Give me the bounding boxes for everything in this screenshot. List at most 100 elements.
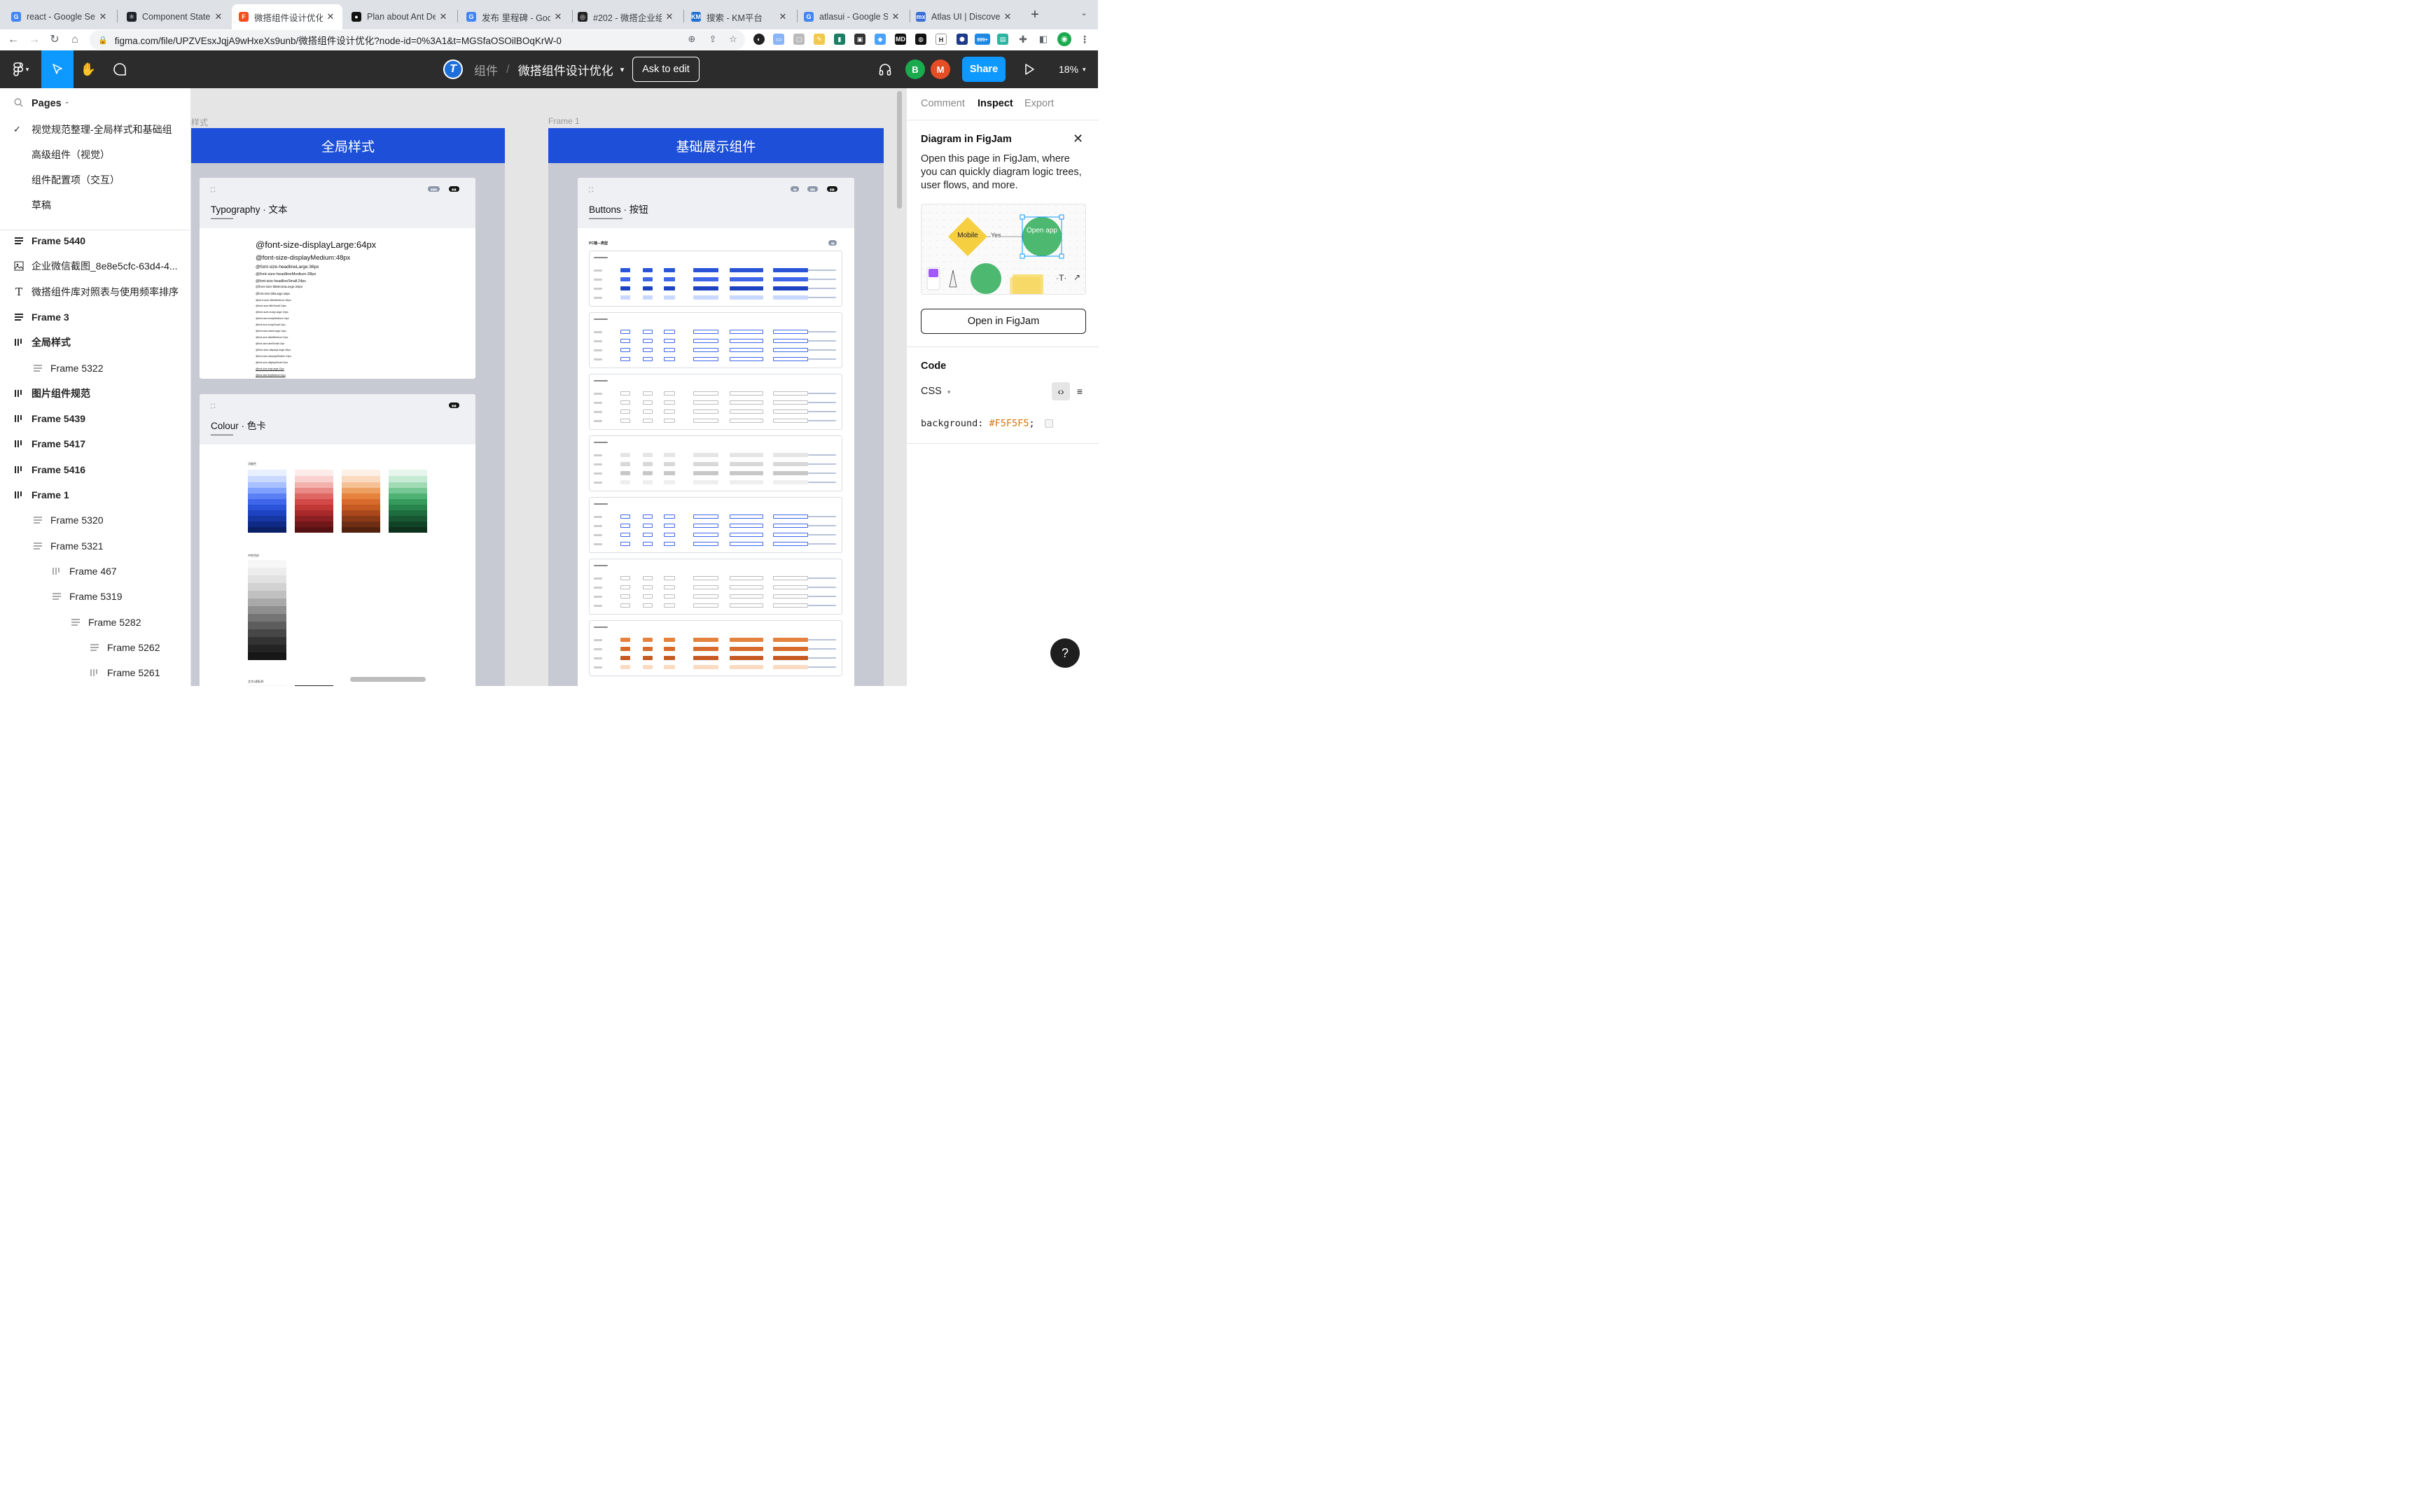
file-name[interactable]: 微搭组件设计优化	[518, 61, 613, 78]
url-text[interactable]: figma.com/file/UPZVEsxJqjA9wHxeXs9unb/微搭…	[115, 33, 745, 47]
headphones-icon[interactable]	[875, 59, 895, 80]
tab-export[interactable]: Export	[1024, 98, 1054, 109]
home-icon[interactable]: ⌂	[67, 32, 83, 48]
layer-item[interactable]: Frame 1	[0, 482, 190, 507]
button-variant-section[interactable]	[589, 312, 842, 368]
avatar[interactable]: B	[905, 59, 925, 79]
extension-icon[interactable]: ◆	[875, 34, 886, 45]
reload-icon[interactable]: ↻	[47, 32, 62, 48]
close-icon[interactable]: ✕	[778, 11, 788, 22]
typography-card[interactable]: ⛶ ▮▮▮▮ ▮▮▮ Typography · 文本 ▬▬▬▬▬▬▬▬ @fon…	[200, 178, 475, 379]
browser-tab[interactable]: KM 搜索 - KM平台 ✕	[684, 4, 795, 29]
layer-item[interactable]: Frame 5417	[0, 431, 190, 456]
close-icon[interactable]: ✕	[214, 11, 223, 22]
team-logo-icon[interactable]: T	[443, 59, 463, 79]
canvas-horizontal-scrollbar[interactable]	[350, 677, 426, 682]
page-item[interactable]: 高级组件（视觉）	[0, 142, 190, 167]
close-icon[interactable]: ✕	[98, 11, 108, 22]
close-icon[interactable]: ✕	[891, 11, 900, 22]
layer-item[interactable]: Frame 5262	[0, 635, 190, 660]
browser-tab[interactable]: ⚛ Component State – ✕	[120, 4, 230, 29]
present-play-icon[interactable]	[1020, 59, 1039, 80]
extension-icon[interactable]: ▭	[773, 34, 784, 45]
close-icon[interactable]: ✕	[665, 11, 674, 22]
figma-main-menu-icon[interactable]: ▾	[8, 59, 34, 80]
layer-item[interactable]: Frame 5320	[0, 507, 190, 533]
code-language-select[interactable]: CSS ▾	[921, 386, 950, 397]
browser-tab[interactable]: ● Plan about Ant Desi✕	[345, 4, 455, 29]
layer-item[interactable]: Frame 5322	[0, 356, 190, 381]
tab-comment[interactable]: Comment	[921, 98, 965, 109]
close-icon[interactable]: ✕	[553, 11, 563, 22]
back-icon[interactable]: ←	[6, 32, 21, 48]
button-variant-section[interactable]	[589, 559, 842, 615]
browser-tab[interactable]: ◎ #202 - 微搭企业组件✕	[571, 4, 681, 29]
search-icon[interactable]	[14, 98, 23, 109]
layer-item[interactable]: Frame 5321	[0, 533, 190, 559]
extension-icon[interactable]: MD	[895, 34, 906, 45]
layer-item[interactable]: Frame 5440	[0, 228, 190, 253]
zoom-lens-icon[interactable]: ⊕	[686, 34, 697, 45]
browser-tab[interactable]: Gatlasui - Google Sea✕	[797, 4, 908, 29]
list-view-icon[interactable]: ≡	[1071, 382, 1089, 400]
layer-item[interactable]: Frame 3	[0, 304, 190, 330]
button-variant-section[interactable]	[589, 497, 842, 553]
layer-item[interactable]: 企业微信截图_8e8e5cfc-63d4-4...	[0, 253, 190, 279]
canvas-vertical-scrollbar[interactable]	[897, 91, 902, 209]
close-icon[interactable]: ✕	[1003, 11, 1013, 22]
extension-icon[interactable]: ⬢	[957, 34, 968, 45]
profile-avatar[interactable]: ◉	[1057, 32, 1071, 46]
help-button[interactable]: ?	[1050, 638, 1080, 668]
browser-tab[interactable]: Greact - Google Sear✕	[4, 4, 115, 29]
ask-to-edit-button[interactable]: Ask to edit	[632, 57, 700, 82]
zoom-level[interactable]: 18% ▾	[1059, 50, 1086, 88]
layer-item[interactable]: Frame 5319	[0, 584, 190, 609]
page-item[interactable]: 组件配置项（交互）	[0, 167, 190, 192]
extension-icon[interactable]: ◐	[753, 34, 765, 45]
close-icon[interactable]: ✕	[326, 11, 335, 22]
layer-item[interactable]: T 微搭组件库对照表与使用频率排序	[0, 279, 190, 304]
css-code-line[interactable]: background: #F5F5F5;	[921, 418, 1053, 429]
extension-badge-icon[interactable]: 999+	[975, 34, 990, 45]
extension-icon[interactable]: ✎	[814, 34, 825, 45]
layer-item[interactable]: 全局样式	[0, 330, 190, 355]
tab-search-icon[interactable]: ⌄	[1077, 8, 1091, 22]
button-variant-section[interactable]	[589, 251, 842, 307]
code-view-icon[interactable]: ‹›	[1052, 382, 1070, 400]
tab-inspect[interactable]: Inspect	[978, 98, 1013, 109]
button-variant-section[interactable]	[589, 620, 842, 676]
puzzle-extensions-icon[interactable]: ✚	[1017, 34, 1029, 45]
layer-item[interactable]: 图片组件规范	[0, 381, 190, 406]
chevron-down-icon[interactable]: ▾	[620, 65, 625, 74]
frame-label[interactable]: 样式	[191, 116, 208, 128]
url-omnibox[interactable]: 🔒 figma.com/file/UPZVEsxJqjA9wHxeXs9unb/…	[90, 30, 745, 50]
colour-card[interactable]: ⛶ ▮▮▮ Colour · 色卡 ▬▬▬▬▬▬▬▬ 功能色 中性色阶 文字&图…	[200, 394, 475, 686]
browser-menu-icon[interactable]: ⋮	[1079, 34, 1090, 45]
open-in-figjam-button[interactable]: Open in FigJam	[921, 309, 1086, 334]
browser-tab[interactable]: G 发布 里程碑 - Googl✕	[459, 4, 570, 29]
avatar[interactable]: M	[931, 59, 950, 79]
close-icon[interactable]: ✕	[438, 11, 448, 22]
extension-icon[interactable]: ▤	[997, 34, 1008, 45]
share-button[interactable]: Share	[962, 57, 1006, 82]
frame-label[interactable]: Frame 1	[548, 116, 580, 126]
side-panel-icon[interactable]: ◧	[1038, 34, 1049, 45]
extension-icon[interactable]: ▣	[854, 34, 865, 45]
project-name[interactable]: 组件	[474, 61, 498, 78]
extension-icon[interactable]: ◍	[915, 34, 926, 45]
comment-tool-icon[interactable]	[110, 59, 130, 80]
bookmark-star-icon[interactable]: ☆	[728, 34, 739, 45]
move-tool-icon[interactable]	[41, 50, 74, 88]
hand-tool-icon[interactable]: ✋	[78, 59, 98, 80]
extension-icon[interactable]: H	[936, 34, 947, 45]
layer-item[interactable]: Frame 467	[0, 559, 190, 584]
page-item[interactable]: 草稿	[0, 192, 190, 218]
buttons-card[interactable]: ⛶ ▮▮ ▮▮▮ ▮▮▮ Buttons · 按钮 ▬▬▬▬▬▬▬▬▬▬▬▬ P…	[578, 178, 854, 686]
share-page-icon[interactable]: ⇪	[707, 34, 718, 45]
design-canvas[interactable]: 样式 Frame 1 全局样式 ⛶ ▮▮▮▮ ▮▮▮ Typography · …	[191, 88, 906, 686]
layer-item[interactable]: Frame 5439	[0, 406, 190, 431]
chevron-up-icon[interactable]: ⌃	[64, 101, 70, 108]
browser-tab[interactable]: mx Atlas UI | Discover t✕	[909, 4, 1020, 29]
button-variant-section[interactable]	[589, 374, 842, 430]
extension-icon[interactable]: ▮	[834, 34, 845, 45]
